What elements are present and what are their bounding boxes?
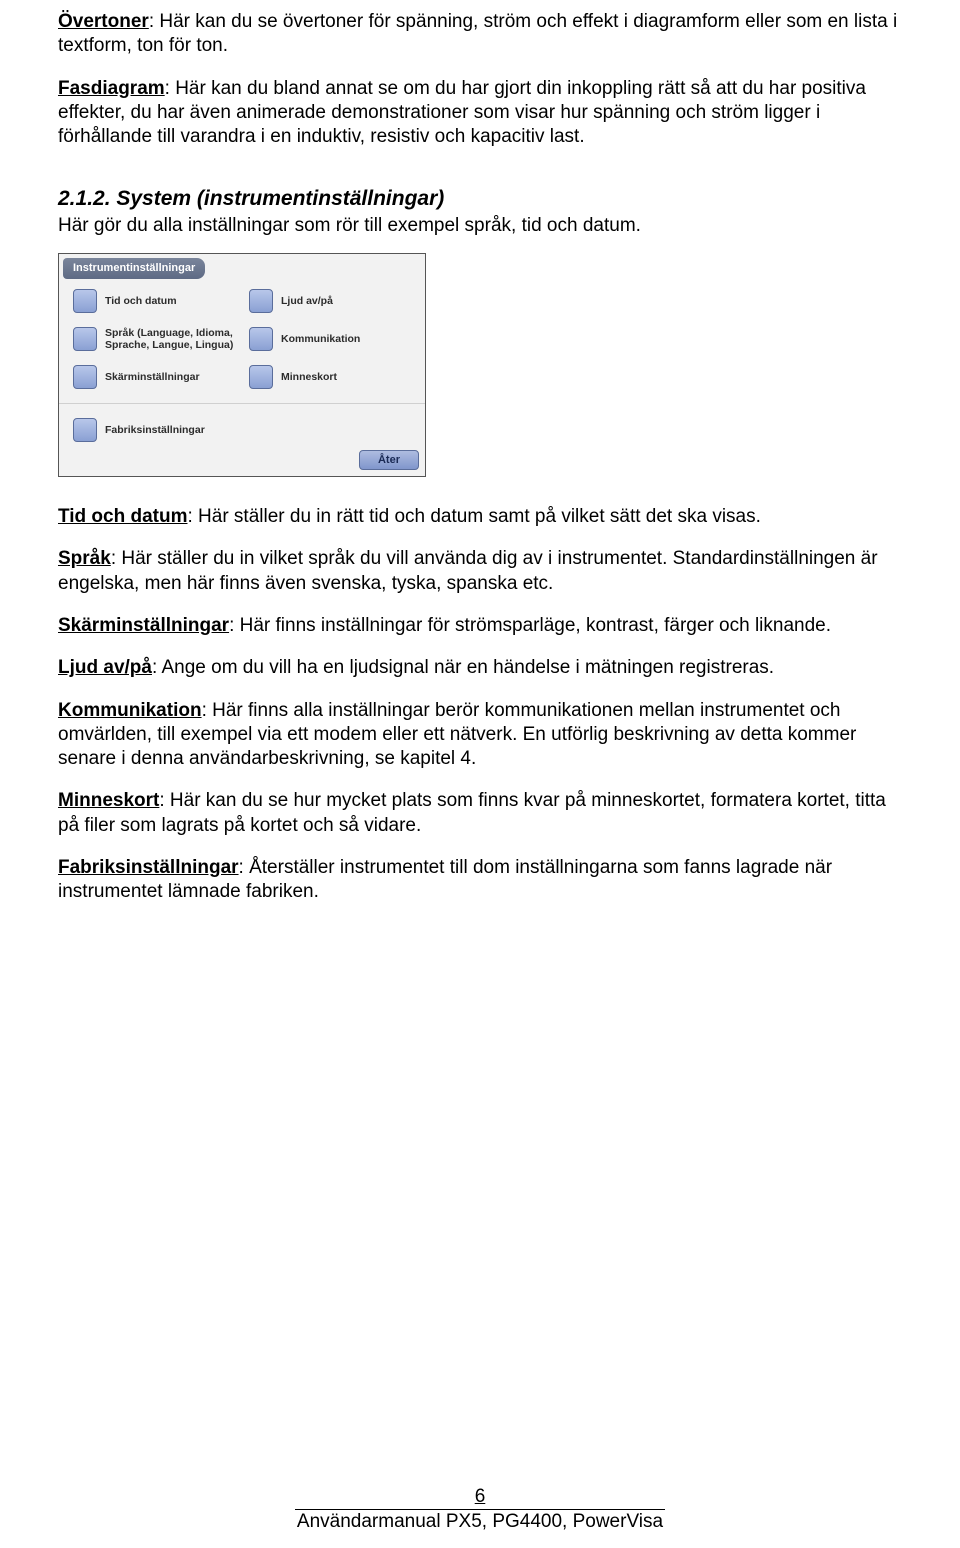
panel-item-fabrik[interactable]: Fabriksinställningar	[73, 418, 417, 442]
text: : Ange om du vill ha en ljudsignal när e…	[152, 657, 774, 678]
text-overtoner: : Här kan du se övertoner för spänning, …	[58, 11, 897, 56]
paragraph-overtoner: Övertoner: Här kan du se övertoner för s…	[58, 10, 902, 59]
text: : Här ställer du in rätt tid och datum s…	[187, 506, 760, 527]
panel-body: Tid och datum Ljud av/på Språk (Language…	[59, 279, 425, 450]
panel-item-tid-och-datum[interactable]: Tid och datum	[73, 289, 243, 313]
panel-item-label: Minneskort	[281, 371, 337, 383]
term: Språk	[58, 548, 111, 569]
panel-item-minneskort[interactable]: Minneskort	[249, 365, 399, 389]
paragraph-fasdiagram: Fasdiagram: Här kan du bland annat se om…	[58, 77, 902, 150]
footer-title: Användarmanual PX5, PG4400, PowerVisa	[295, 1509, 665, 1534]
desc-skarm: Skärminställningar: Här finns inställnin…	[58, 614, 902, 638]
desc-kommunikation: Kommunikation: Här finns alla inställnin…	[58, 699, 902, 772]
desc-ljud: Ljud av/på: Ange om du vill ha en ljudsi…	[58, 656, 902, 680]
settings-panel: Instrumentinställningar Tid och datum Lj…	[58, 253, 426, 477]
back-button[interactable]: Åter	[359, 450, 419, 470]
term: Tid och datum	[58, 506, 187, 527]
panel-item-label: Ljud av/på	[281, 295, 333, 307]
square-icon	[73, 418, 97, 442]
text-fasdiagram: : Här kan du bland annat se om du har gj…	[58, 78, 866, 148]
page-number: 6	[295, 1485, 665, 1509]
square-icon	[249, 327, 273, 351]
square-icon	[73, 289, 97, 313]
panel-item-sprak[interactable]: Språk (Language, Idioma, Sprache, Langue…	[73, 327, 243, 351]
panel-grid: Tid och datum Ljud av/på Språk (Language…	[73, 289, 417, 389]
desc-sprak: Språk: Här ställer du in vilket språk du…	[58, 547, 902, 596]
section-subtext: Här gör du alla inställningar som rör ti…	[58, 214, 902, 238]
panel-item-label: Fabriksinställningar	[105, 424, 205, 436]
square-icon	[73, 365, 97, 389]
term: Kommunikation	[58, 700, 202, 721]
page-footer: 6 Användarmanual PX5, PG4400, PowerVisa	[0, 1485, 960, 1534]
text: : Här finns inställningar för strömsparl…	[229, 615, 831, 636]
panel-separator	[59, 403, 425, 404]
text: : Här ställer du in vilket språk du vill…	[58, 548, 878, 593]
panel-item-label: Språk (Language, Idioma, Sprache, Langue…	[105, 327, 243, 351]
text: : Här kan du se hur mycket plats som fin…	[58, 790, 886, 835]
panel-item-label: Kommunikation	[281, 333, 360, 345]
panel-item-ljud[interactable]: Ljud av/på	[249, 289, 399, 313]
panel-item-label: Tid och datum	[105, 295, 177, 307]
term: Skärminställningar	[58, 615, 229, 636]
panel-footer: Åter	[59, 450, 425, 476]
term-fasdiagram: Fasdiagram	[58, 78, 165, 99]
desc-tid-och-datum: Tid och datum: Här ställer du in rätt ti…	[58, 505, 902, 529]
square-icon	[249, 289, 273, 313]
square-icon	[73, 327, 97, 351]
panel-item-kommunikation[interactable]: Kommunikation	[249, 327, 399, 351]
desc-minneskort: Minneskort: Här kan du se hur mycket pla…	[58, 789, 902, 838]
panel-title: Instrumentinställningar	[63, 258, 205, 279]
section-heading: 2.1.2. System (instrumentinställningar)	[58, 186, 902, 213]
square-icon	[249, 365, 273, 389]
desc-fabrik: Fabriksinställningar: Återställer instru…	[58, 856, 902, 905]
term: Minneskort	[58, 790, 159, 811]
panel-item-skarm[interactable]: Skärminställningar	[73, 365, 243, 389]
document-page: Övertoner: Här kan du se övertoner för s…	[0, 0, 960, 1548]
term: Ljud av/på	[58, 657, 152, 678]
term: Fabriksinställningar	[58, 857, 239, 878]
panel-item-label: Skärminställningar	[105, 371, 200, 383]
term-overtoner: Övertoner	[58, 11, 149, 32]
